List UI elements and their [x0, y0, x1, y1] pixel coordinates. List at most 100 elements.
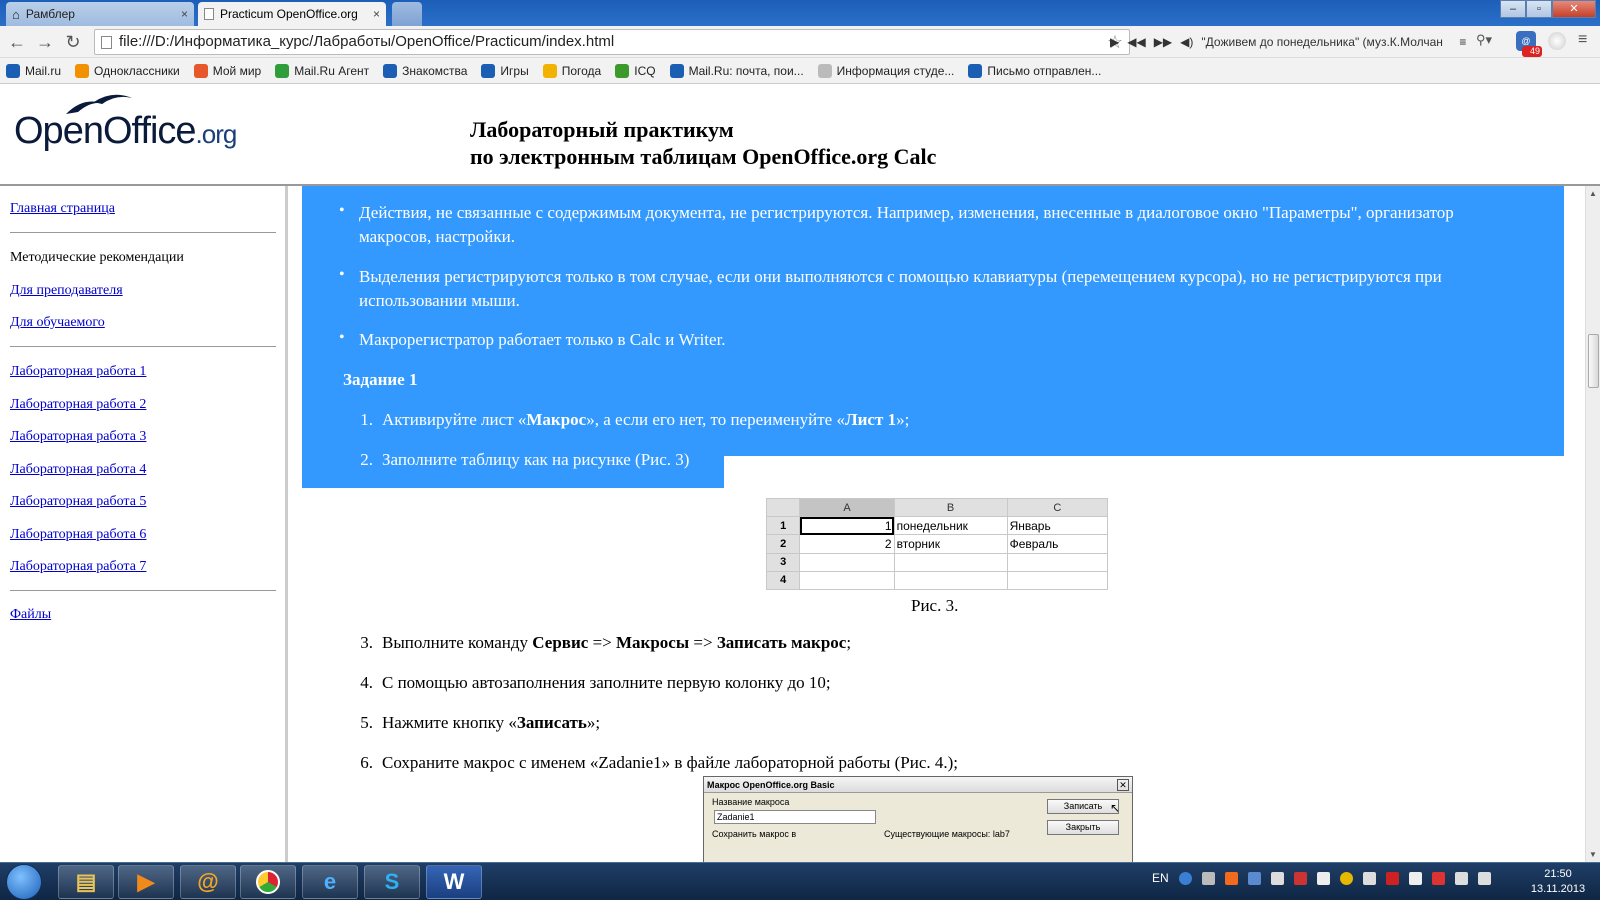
- cell: [1006, 570, 1109, 591]
- bookmark-item[interactable]: Письмо отправлен...: [968, 63, 1101, 78]
- openoffice-logo[interactable]: OpenOffice.org: [14, 94, 237, 153]
- bullet-text: макросов, настройки.: [359, 227, 515, 246]
- sidebar-item-lab-5[interactable]: Лабораторная работа 5: [10, 494, 146, 510]
- network-icon[interactable]: [1201, 871, 1215, 885]
- back-arrow-icon[interactable]: ←: [6, 32, 28, 52]
- fast-forward-icon[interactable]: ▶▶: [1154, 35, 1172, 49]
- app-tray-icon[interactable]: [1224, 871, 1238, 885]
- rewind-icon[interactable]: ◀◀: [1127, 35, 1145, 49]
- new-tab-button[interactable]: [392, 2, 422, 26]
- window-close-button[interactable]: ✕: [1552, 0, 1596, 18]
- wifi-signal-icon[interactable]: [1454, 871, 1468, 885]
- bookmark-item[interactable]: Игры: [481, 63, 529, 78]
- cell: понедельник: [893, 516, 1008, 536]
- bookmark-item[interactable]: Погода: [542, 63, 601, 78]
- mail-extension-icon[interactable]: @49: [1516, 31, 1542, 57]
- taskbar: ▤ ▶ @ e S W EN 21:50 13.11.2013: [0, 862, 1600, 900]
- battery-icon[interactable]: [1408, 871, 1422, 885]
- bookmark-item[interactable]: Знакомства: [383, 63, 468, 78]
- help-icon[interactable]: [1178, 871, 1192, 885]
- address-bar[interactable]: file:///D:/Информатика_курс/Лабработы/Op…: [94, 29, 1130, 55]
- sidebar-item-lab-7[interactable]: Лабораторная работа 7: [10, 559, 146, 575]
- sidebar-item-teacher[interactable]: Для преподавателя: [10, 283, 123, 299]
- tab-close-icon[interactable]: ×: [373, 7, 380, 21]
- search-icon[interactable]: ⚲▾: [1476, 32, 1492, 48]
- settings-menu-icon[interactable]: ≡: [1578, 31, 1587, 49]
- media-player-icon[interactable]: ▶: [118, 865, 174, 899]
- flag-icon[interactable]: [1270, 871, 1284, 885]
- sidebar-item-student[interactable]: Для обучаемого: [10, 315, 105, 331]
- start-button[interactable]: [6, 864, 42, 900]
- bookmark-favicon-icon: [383, 63, 398, 78]
- sync-icon[interactable]: [1362, 871, 1376, 885]
- bookmark-item[interactable]: Mail.Ru Агент: [275, 63, 369, 78]
- table-row: 2 2 вторник Февраль: [765, 534, 1109, 554]
- bookmark-favicon-icon: [481, 63, 496, 78]
- forward-arrow-icon[interactable]: →: [34, 32, 56, 52]
- norton-icon[interactable]: [1339, 871, 1353, 885]
- scroll-down-icon[interactable]: ▼: [1589, 850, 1597, 859]
- close-button: Закрыть: [1047, 820, 1119, 835]
- main-content: • Действия, не связанные с содержимым до…: [291, 186, 1585, 862]
- language-indicator[interactable]: EN: [1152, 871, 1169, 885]
- word-icon[interactable]: W: [426, 865, 482, 899]
- system-clock[interactable]: 21:50 13.11.2013: [1520, 867, 1596, 897]
- play-icon[interactable]: ▶: [1110, 35, 1119, 49]
- bookmark-favicon-icon: [542, 63, 557, 78]
- sidebar-item-lab-3[interactable]: Лабораторная работа 3: [10, 429, 146, 445]
- figure-caption: Рис. 3.: [911, 596, 959, 615]
- bluetooth-icon[interactable]: [1247, 871, 1261, 885]
- tab-close-icon[interactable]: ×: [181, 7, 188, 21]
- explorer-icon[interactable]: ▤: [58, 865, 114, 899]
- bookmark-item[interactable]: Информация студе...: [817, 63, 954, 78]
- table-row: 4: [765, 570, 1109, 591]
- tab-practicum[interactable]: Practicum OpenOffice.org ×: [198, 2, 386, 26]
- bookmark-label: Знакомства: [402, 63, 468, 78]
- page-icon: [204, 8, 214, 20]
- scroll-up-icon[interactable]: ▲: [1589, 189, 1597, 198]
- volume-icon[interactable]: ◀): [1180, 35, 1193, 49]
- sidebar-item-home[interactable]: Главная страница: [10, 201, 115, 217]
- bookmark-item[interactable]: Мой мир: [193, 63, 262, 78]
- dialog-label: Название макроса: [712, 797, 790, 807]
- chrome-icon[interactable]: [240, 865, 296, 899]
- extension-icon[interactable]: [1548, 32, 1566, 50]
- mail-agent-icon[interactable]: @: [180, 865, 236, 899]
- column-header: C: [1006, 497, 1109, 518]
- cell: [1006, 552, 1109, 572]
- bookmark-item[interactable]: Mail.ru: [6, 63, 62, 78]
- action-center-icon[interactable]: [1385, 871, 1399, 885]
- internet-explorer-icon[interactable]: e: [302, 865, 358, 899]
- sidebar-item-lab-4[interactable]: Лабораторная работа 4: [10, 462, 146, 478]
- security-icon[interactable]: [1431, 871, 1445, 885]
- minimize-button[interactable]: –: [1500, 0, 1526, 18]
- bookmark-label: Мой мир: [212, 63, 262, 78]
- reload-icon[interactable]: ↻: [62, 32, 84, 52]
- window-controls: – ▫ ✕: [1500, 0, 1596, 18]
- skype-icon[interactable]: S: [364, 865, 420, 899]
- display-icon[interactable]: [1316, 871, 1330, 885]
- step-1-text: Активируйте лист «Макрос», а если его не…: [382, 410, 910, 429]
- antivirus-icon[interactable]: [1293, 871, 1307, 885]
- bookmark-favicon-icon: [615, 63, 630, 78]
- corner-cell: [765, 497, 801, 518]
- menu-icon[interactable]: ≡: [1459, 35, 1466, 49]
- sidebar-item-lab-1[interactable]: Лабораторная работа 1: [10, 364, 146, 380]
- column-header: B: [893, 497, 1008, 518]
- bullet-text: Выделения регистрируются только в том сл…: [359, 267, 1442, 286]
- volume-icon[interactable]: [1477, 871, 1491, 885]
- bookmark-label: Mail.ru: [25, 63, 62, 78]
- sidebar-item-lab-6[interactable]: Лабораторная работа 6: [10, 527, 146, 543]
- sidebar-item-lab-2[interactable]: Лабораторная работа 2: [10, 397, 146, 413]
- sidebar-item-files[interactable]: Файлы: [10, 607, 51, 623]
- vertical-scrollbar[interactable]: ▲ ▼: [1585, 186, 1600, 862]
- cell: вторник: [893, 534, 1008, 554]
- bookmark-item[interactable]: Одноклассники: [75, 63, 180, 78]
- maximize-button[interactable]: ▫: [1526, 0, 1552, 18]
- bookmark-item[interactable]: ICQ: [615, 63, 656, 78]
- tab-rambler[interactable]: ⌂ Рамблер ×: [6, 2, 194, 26]
- bookmark-item[interactable]: Mail.Ru: почта, пои...: [669, 63, 804, 78]
- bookmark-label: Одноклассники: [94, 63, 180, 78]
- scroll-thumb[interactable]: [1588, 334, 1599, 388]
- bullet-icon: •: [339, 329, 345, 346]
